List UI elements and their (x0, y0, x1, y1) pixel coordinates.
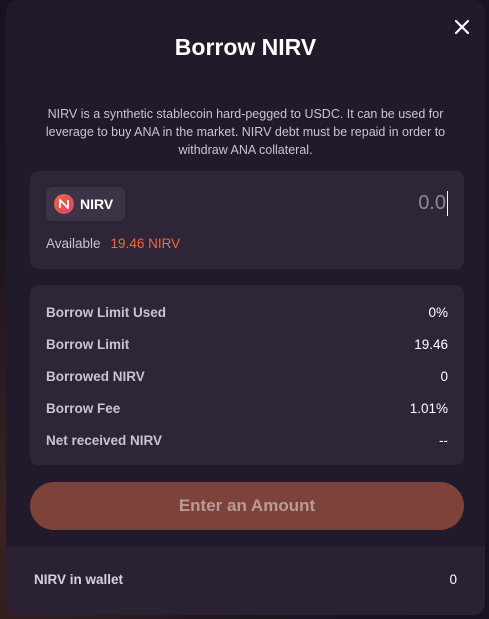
borrow-stats-card: Borrow Limit Used 0% Borrow Limit 19.46 … (30, 285, 464, 465)
stat-value: 0% (428, 304, 448, 320)
stat-label: Borrowed NIRV (46, 368, 145, 384)
stat-value: 19.46 (414, 336, 448, 352)
available-balance: Available 19.46 NIRV (46, 236, 180, 251)
stat-row-net-received: Net received NIRV -- (46, 430, 448, 450)
stat-label: Borrow Limit (46, 336, 130, 352)
borrow-modal: Borrow NIRV NIRV is a synthetic stableco… (6, 0, 485, 615)
modal-title: Borrow NIRV (174, 34, 317, 60)
stat-row-borrow-fee: Borrow Fee 1.01% (46, 398, 448, 418)
enter-amount-button[interactable]: Enter an Amount (30, 482, 464, 530)
available-label: Available (46, 236, 101, 251)
token-selector[interactable]: NIRV (46, 187, 126, 221)
nirv-logo-icon (54, 194, 74, 214)
stat-row-borrow-limit-used: Borrow Limit Used 0% (46, 302, 448, 322)
stat-label: Borrow Fee (46, 400, 121, 416)
amount-input[interactable] (284, 191, 448, 216)
token-label: NIRV (80, 196, 114, 212)
stat-value: -- (439, 432, 448, 448)
modal-description: NIRV is a synthetic stablecoin hard-pegg… (45, 107, 446, 157)
amount-input-card: NIRV Available 19.46 NIRV (30, 171, 464, 269)
stat-label: Net received NIRV (46, 432, 163, 448)
wallet-row: NIRV in wallet 0 (34, 572, 457, 587)
stat-value: 0 (440, 368, 448, 384)
stat-row-borrow-limit: Borrow Limit 19.46 (46, 334, 448, 354)
wallet-value: 0 (449, 572, 457, 587)
wallet-balance-bar: NIRV in wallet 0 (6, 547, 485, 615)
available-value: 19.46 NIRV (110, 236, 181, 251)
wallet-label: NIRV in wallet (34, 572, 124, 587)
stat-row-borrowed-nirv: Borrowed NIRV 0 (46, 366, 448, 386)
stat-label: Borrow Limit Used (46, 304, 167, 320)
stat-value: 1.01% (409, 400, 448, 416)
